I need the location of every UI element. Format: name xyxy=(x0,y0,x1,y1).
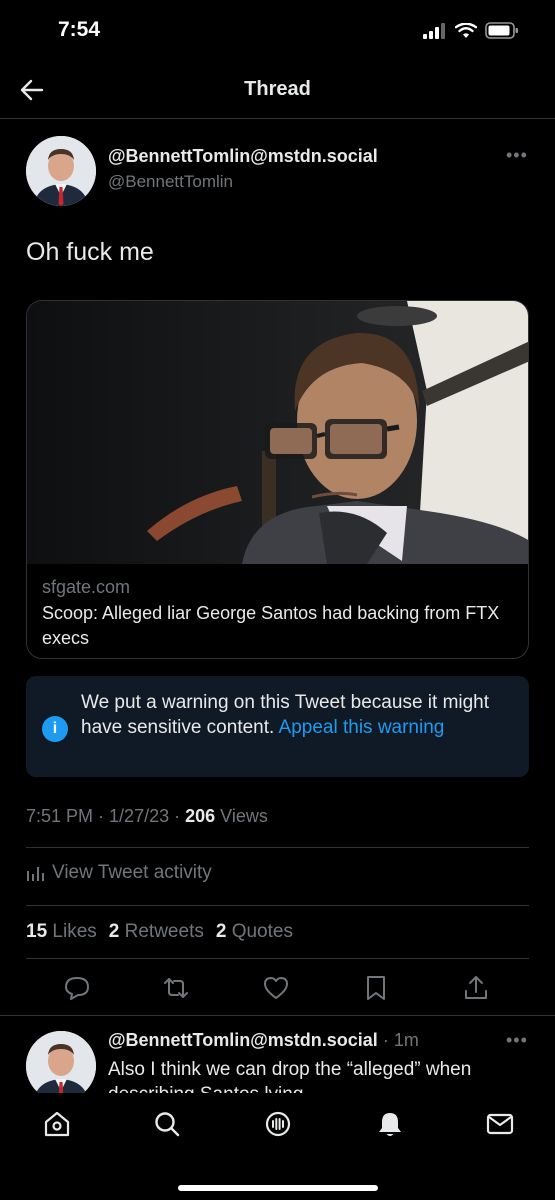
divider xyxy=(26,847,529,848)
tweet-meta: 7:51 PM · 1/27/23 · 206 Views xyxy=(26,806,268,826)
reply-author[interactable]: @BennettTomlin@mstdn.social · 1m xyxy=(108,1030,419,1051)
quotes-label: Quotes xyxy=(231,921,293,942)
card-domain: sfgate.com xyxy=(42,577,131,597)
quotes-stat[interactable]: 2 Quotes xyxy=(216,921,293,943)
home-indicator xyxy=(178,1185,378,1191)
likes-label: Likes xyxy=(52,921,97,942)
divider xyxy=(26,905,529,906)
reply-time: 1m xyxy=(393,1030,419,1050)
views-count: 206 xyxy=(185,806,216,826)
messages-icon[interactable] xyxy=(485,1109,515,1139)
reply-author-name: @BennettTomlin@mstdn.social xyxy=(108,1030,378,1050)
header-divider xyxy=(0,118,555,119)
battery-icon xyxy=(485,22,518,39)
home-icon[interactable] xyxy=(42,1109,72,1139)
tweet-time: 7:51 PM xyxy=(26,806,94,826)
spaces-icon[interactable] xyxy=(263,1109,293,1139)
reply-more-icon[interactable]: ••• xyxy=(506,1030,528,1051)
retweets-count: 2 xyxy=(108,921,120,942)
status-clock: 7:54 xyxy=(58,18,101,41)
bookmark-icon[interactable] xyxy=(361,973,391,1003)
card-title: Scoop: Alleged liar George Santos had ba… xyxy=(42,603,500,648)
reply-avatar[interactable] xyxy=(26,1031,96,1101)
tweet-date: 1/27/23 xyxy=(109,806,170,826)
quotes-count: 2 xyxy=(215,921,227,942)
status-icons xyxy=(423,22,519,39)
notifications-icon[interactable] xyxy=(375,1109,405,1139)
view-tweet-activity[interactable]: View Tweet activity xyxy=(26,862,212,884)
cellular-signal-icon xyxy=(423,22,445,39)
card-image xyxy=(27,301,528,564)
divider xyxy=(26,958,529,959)
tab-bar xyxy=(0,1093,555,1200)
retweets-label: Retweets xyxy=(124,921,204,942)
info-icon: i xyxy=(42,716,68,742)
link-card[interactable]: sfgate.com Scoop: Alleged liar George Sa… xyxy=(26,300,529,659)
thread-header: Thread xyxy=(0,62,555,118)
likes-count: 15 xyxy=(26,921,48,942)
appeal-warning-link[interactable]: Appeal this warning xyxy=(279,717,445,738)
views-label: Views xyxy=(220,806,268,826)
avatar[interactable] xyxy=(26,136,96,206)
warning-text: We put a warning on this Tweet because i… xyxy=(81,690,501,740)
wifi-icon xyxy=(455,22,477,38)
activity-label: View Tweet activity xyxy=(52,862,212,883)
share-icon[interactable] xyxy=(461,973,491,1003)
divider xyxy=(0,1015,555,1016)
reply-icon[interactable] xyxy=(62,973,92,1003)
more-icon[interactable]: ••• xyxy=(506,145,528,166)
sensitive-content-warning: i We put a warning on this Tweet because… xyxy=(26,676,529,777)
author-handle[interactable]: @BennettTomlin xyxy=(108,172,233,192)
like-icon[interactable] xyxy=(261,973,291,1003)
tweet-text: Oh fuck me xyxy=(26,238,154,266)
author-name[interactable]: @BennettTomlin@mstdn.social xyxy=(108,146,378,167)
page-title: Thread xyxy=(244,78,311,100)
activity-chart-icon xyxy=(27,867,44,881)
tweet-actions xyxy=(0,973,555,1005)
retweets-stat[interactable]: 2 Retweets xyxy=(109,921,204,943)
tweet-stats: 15 Likes 2 Retweets 2 Quotes xyxy=(26,921,293,943)
likes-stat[interactable]: 15 Likes xyxy=(26,921,97,943)
search-icon[interactable] xyxy=(152,1109,182,1139)
status-bar: 7:54 xyxy=(0,0,555,62)
retweet-icon[interactable] xyxy=(161,973,191,1003)
